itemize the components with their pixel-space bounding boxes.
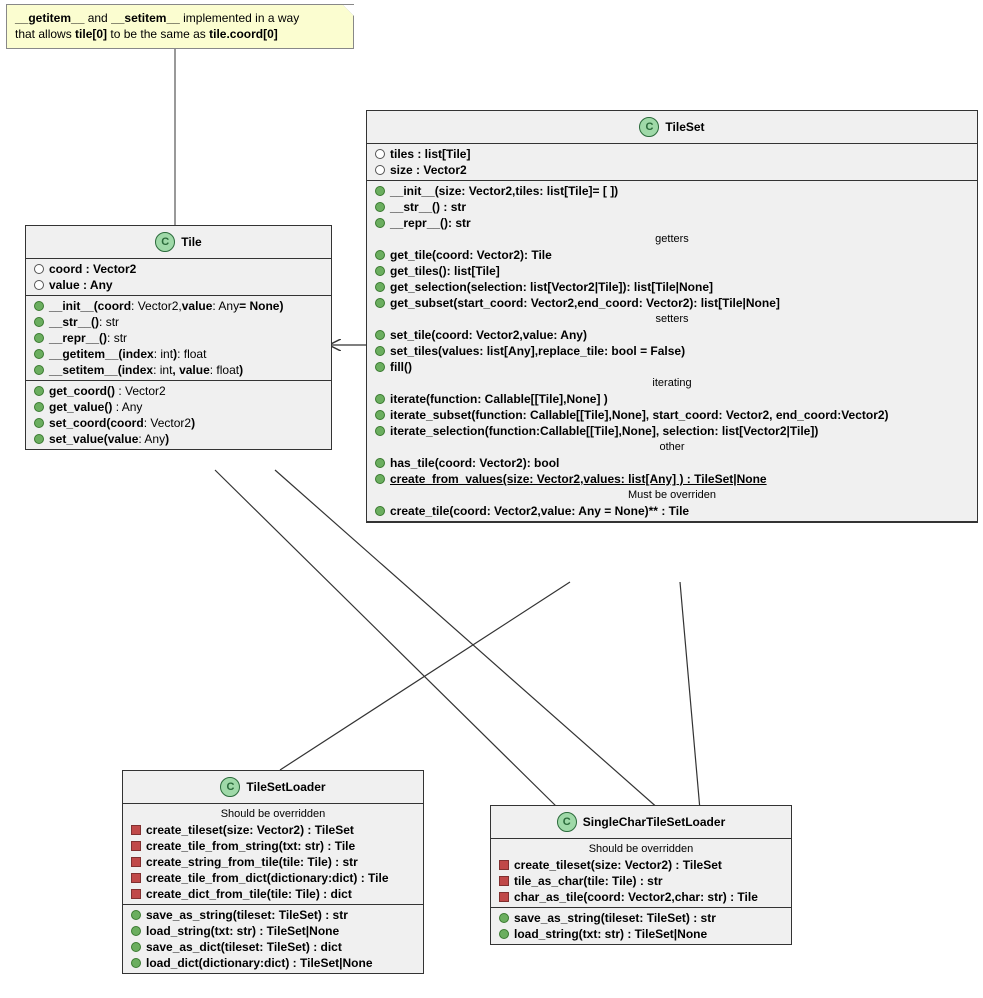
- vis-public-icon: [34, 280, 44, 290]
- vis-method-icon: [375, 362, 385, 372]
- vis-method-icon: [375, 298, 385, 308]
- vis-method-icon: [375, 474, 385, 484]
- loader-methods: save_as_string(tileset: TileSet) : str l…: [123, 905, 423, 973]
- vis-private-icon: [131, 857, 141, 867]
- class-tileset-header: C TileSet: [367, 111, 977, 144]
- vis-method-icon: [375, 202, 385, 212]
- note-fold-icon: [342, 4, 354, 16]
- class-single-name: SingleCharTileSetLoader: [583, 815, 725, 829]
- vis-method-icon: [375, 186, 385, 196]
- class-single-header: C SingleCharTileSetLoader: [491, 806, 791, 839]
- class-singlechar: C SingleCharTileSetLoader Should be over…: [490, 805, 792, 945]
- vis-public-icon: [375, 149, 385, 159]
- vis-method-icon: [34, 349, 44, 359]
- vis-private-icon: [131, 889, 141, 899]
- vis-method-icon: [131, 942, 141, 952]
- tileset-methods: __init__(size: Vector2,tiles: list[Tile]…: [367, 181, 977, 522]
- vis-private-icon: [131, 873, 141, 883]
- vis-private-icon: [499, 892, 509, 902]
- vis-private-icon: [131, 841, 141, 851]
- class-icon: C: [639, 117, 659, 137]
- loader-override: Should be overridden create_tileset(size…: [123, 804, 423, 905]
- vis-method-icon: [34, 333, 44, 343]
- vis-method-icon: [375, 394, 385, 404]
- note-getitem: __getitem__ and __setitem__ implemented …: [6, 4, 354, 49]
- vis-method-icon: [375, 346, 385, 356]
- vis-method-icon: [499, 913, 509, 923]
- vis-private-icon: [499, 876, 509, 886]
- class-tile: C Tile coord : Vector2 value : Any __ini…: [25, 225, 332, 450]
- section-label-setters: setters: [375, 313, 969, 325]
- vis-method-icon: [375, 282, 385, 292]
- class-icon: C: [155, 232, 175, 252]
- section-label-other: other: [375, 441, 969, 453]
- tile-attrs: coord : Vector2 value : Any: [26, 259, 331, 296]
- single-override: Should be overridden create_tileset(size…: [491, 839, 791, 908]
- vis-public-icon: [375, 165, 385, 175]
- class-tile-header: C Tile: [26, 226, 331, 259]
- vis-method-icon: [131, 958, 141, 968]
- class-tileset: C TileSet tiles : list[Tile] size : Vect…: [366, 110, 978, 523]
- class-tilesetloader: C TileSetLoader Should be overridden cre…: [122, 770, 424, 974]
- vis-method-icon: [375, 250, 385, 260]
- class-tile-name: Tile: [181, 235, 201, 249]
- vis-method-icon: [34, 418, 44, 428]
- vis-method-icon: [34, 301, 44, 311]
- vis-method-icon: [375, 266, 385, 276]
- class-icon: C: [557, 812, 577, 832]
- vis-private-icon: [131, 825, 141, 835]
- vis-method-icon: [34, 386, 44, 396]
- section-label-override: Must be overriden: [375, 489, 969, 501]
- section-label-override: Should be overridden: [131, 808, 415, 820]
- section-label-override: Should be overridden: [499, 843, 783, 855]
- vis-method-icon: [375, 330, 385, 340]
- single-methods: save_as_string(tileset: TileSet) : str l…: [491, 908, 791, 944]
- section-label-getters: getters: [375, 233, 969, 245]
- vis-method-icon: [375, 458, 385, 468]
- vis-method-icon: [375, 426, 385, 436]
- vis-private-icon: [499, 860, 509, 870]
- section-label-iterating: iterating: [375, 377, 969, 389]
- vis-method-icon: [375, 410, 385, 420]
- vis-method-icon: [131, 910, 141, 920]
- vis-method-icon: [34, 434, 44, 444]
- tileset-attrs: tiles : list[Tile] size : Vector2: [367, 144, 977, 181]
- vis-method-icon: [375, 218, 385, 228]
- class-loader-name: TileSetLoader: [246, 780, 325, 794]
- class-tileset-name: TileSet: [665, 120, 704, 134]
- vis-method-icon: [34, 402, 44, 412]
- class-icon: C: [220, 777, 240, 797]
- vis-public-icon: [34, 264, 44, 274]
- vis-method-icon: [34, 365, 44, 375]
- vis-method-icon: [375, 506, 385, 516]
- vis-method-icon: [131, 926, 141, 936]
- tile-methods-accessors: get_coord() : Vector2 get_value() : Any …: [26, 381, 331, 449]
- vis-method-icon: [34, 317, 44, 327]
- vis-method-icon: [499, 929, 509, 939]
- class-loader-header: C TileSetLoader: [123, 771, 423, 804]
- tile-methods-dunder: __init__(coord: Vector2,value: Any= None…: [26, 296, 331, 381]
